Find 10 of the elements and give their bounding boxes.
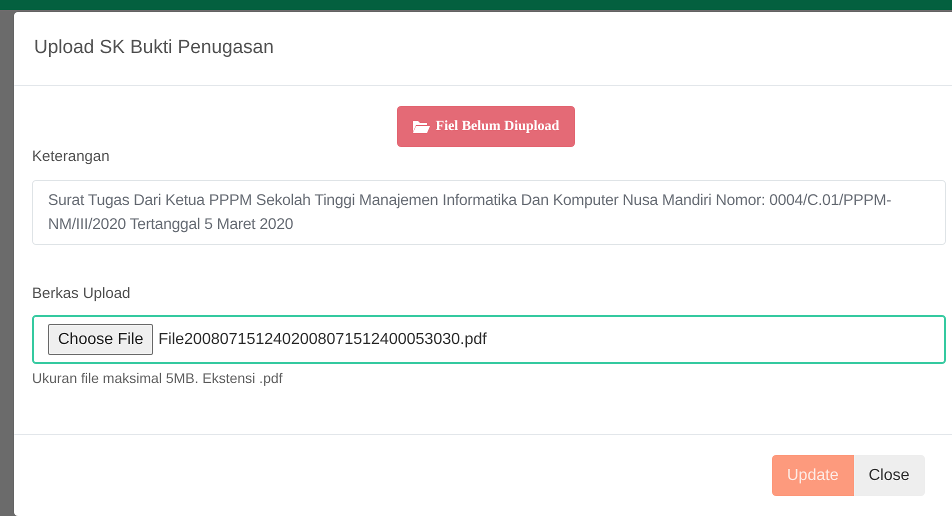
file-input[interactable]: Choose File File2008071512402008071512400053030.pdf <box>32 315 946 364</box>
keterangan-textarea[interactable]: Surat Tugas Dari Ketua PPPM Sekolah Tinggi Manajemen Informatika Dan Komputer Nusa Mandiri Nomor: 0004/C.01/PPPM-NM/III/2020 Tertanggal 5 Maret 2020 <box>32 180 946 244</box>
folder-icon <box>412 120 430 133</box>
modal-title: Upload SK Bukti Penugasan <box>34 36 274 60</box>
file-name: File2008071512402008071512400053030.pdf <box>158 330 487 350</box>
choose-file-button[interactable]: Choose File <box>48 324 154 355</box>
berkas-label: Berkas Upload <box>32 284 132 304</box>
close-button[interactable]: Close <box>854 455 924 496</box>
keterangan-label: Keterangan <box>32 147 111 167</box>
help-text: Ukuran file maksimal 5MB. Ekstensi .pdf <box>32 369 284 388</box>
